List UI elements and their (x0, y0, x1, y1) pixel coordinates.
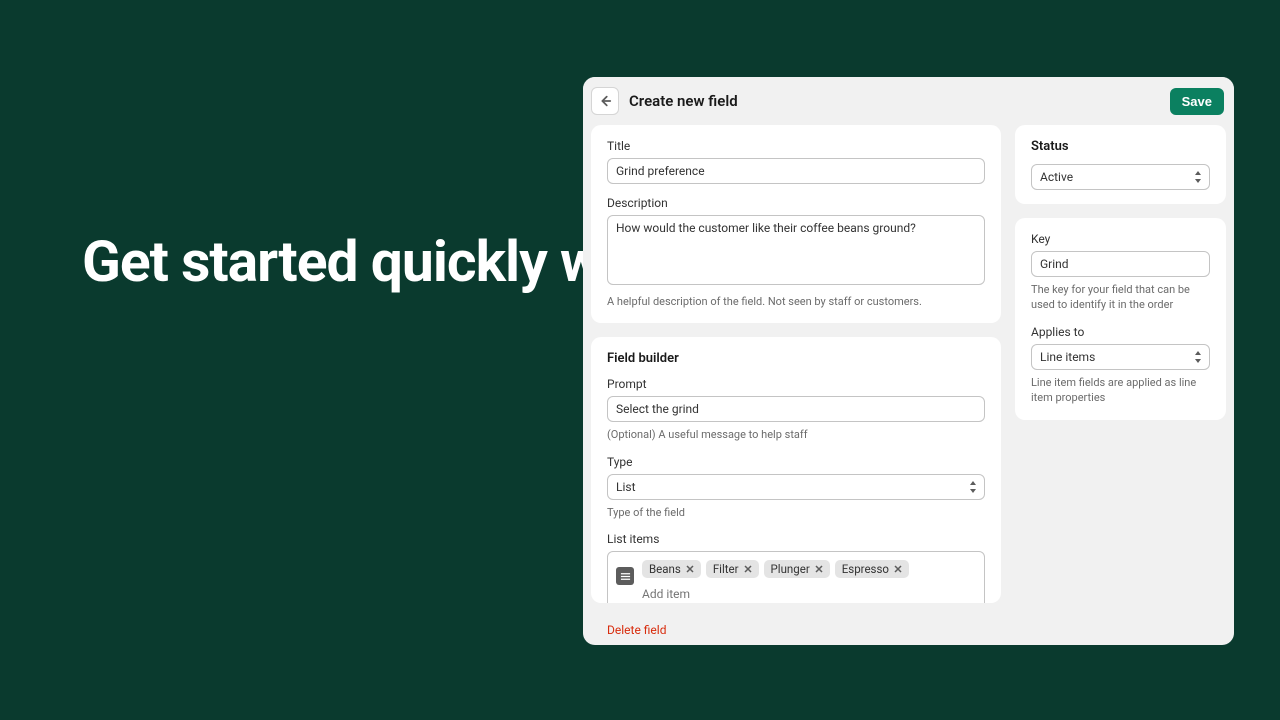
tag-label: Beans (649, 562, 681, 576)
tag-item: Beans (642, 560, 701, 578)
back-button[interactable] (591, 87, 619, 115)
side-column: Status Active Key The key for your field… (1015, 125, 1226, 637)
delete-field-link[interactable]: Delete field (591, 617, 1001, 637)
type-select[interactable]: List (607, 474, 985, 500)
prompt-field-group: Prompt (Optional) A useful message to he… (607, 377, 985, 442)
title-input[interactable] (607, 158, 985, 184)
tag-item: Espresso (835, 560, 909, 578)
select-arrows-icon (1194, 351, 1202, 363)
tag-remove-button[interactable] (742, 563, 754, 575)
modal-title: Create new field (629, 92, 738, 110)
status-heading: Status (1031, 139, 1210, 154)
tag-item: Plunger (764, 560, 830, 578)
basic-info-card: Title Description How would the customer… (591, 125, 1001, 323)
description-helper: A helpful description of the field. Not … (607, 294, 985, 309)
modal-body: Title Description How would the customer… (583, 125, 1234, 645)
field-builder-card: Field builder Prompt (Optional) A useful… (591, 337, 1001, 603)
description-field-group: Description How would the customer like … (607, 196, 985, 309)
modal-header: Create new field Save (583, 77, 1234, 125)
title-field-group: Title (607, 139, 985, 184)
applies-select[interactable]: Line items (1031, 344, 1210, 370)
type-label: Type (607, 455, 985, 469)
description-label: Description (607, 196, 985, 210)
close-icon (894, 565, 902, 573)
prompt-input[interactable] (607, 396, 985, 422)
list-icon (616, 567, 634, 585)
key-applies-card: Key The key for your field that can be u… (1015, 218, 1226, 420)
save-button[interactable]: Save (1170, 88, 1224, 115)
status-card: Status Active (1015, 125, 1226, 204)
close-icon (744, 565, 752, 573)
main-column: Title Description How would the customer… (591, 125, 1001, 637)
arrow-left-icon (598, 94, 612, 108)
tag-item: Filter (706, 560, 759, 578)
tag-remove-button[interactable] (892, 563, 904, 575)
select-arrows-icon (969, 481, 977, 493)
title-label: Title (607, 139, 985, 153)
applies-field-group: Applies to Line items Line item fields a… (1031, 325, 1210, 406)
type-select-value: List (616, 480, 636, 494)
tag-remove-button[interactable] (684, 563, 696, 575)
prompt-helper: (Optional) A useful message to help staf… (607, 427, 985, 442)
applies-label: Applies to (1031, 325, 1210, 339)
select-arrows-icon (1194, 171, 1202, 183)
tag-label: Filter (713, 562, 739, 576)
type-field-group: Type List Type of the field (607, 455, 985, 520)
key-field-group: Key The key for your field that can be u… (1031, 232, 1210, 313)
field-builder-heading: Field builder (607, 351, 985, 366)
key-helper: The key for your field that can be used … (1031, 282, 1210, 313)
add-item-input[interactable] (642, 587, 976, 601)
close-icon (815, 565, 823, 573)
list-items-label: List items (607, 532, 985, 546)
status-select[interactable]: Active (1031, 164, 1210, 190)
list-items-field-group: List items Beans (607, 532, 985, 603)
prompt-label: Prompt (607, 377, 985, 391)
applies-select-value: Line items (1040, 350, 1095, 364)
key-label: Key (1031, 232, 1210, 246)
tags-container[interactable]: Beans Filter (607, 551, 985, 603)
tag-label: Plunger (771, 562, 810, 576)
tags-wrap: Beans Filter (642, 560, 976, 601)
tag-remove-button[interactable] (813, 563, 825, 575)
applies-helper: Line item fields are applied as line ite… (1031, 375, 1210, 406)
description-input[interactable]: How would the customer like their coffee… (607, 215, 985, 285)
create-field-modal: Create new field Save Title Description … (583, 77, 1234, 645)
close-icon (686, 565, 694, 573)
status-select-value: Active (1040, 170, 1073, 184)
tag-label: Espresso (842, 562, 889, 576)
type-helper: Type of the field (607, 505, 985, 520)
key-input[interactable] (1031, 251, 1210, 277)
header-left: Create new field (591, 87, 738, 115)
